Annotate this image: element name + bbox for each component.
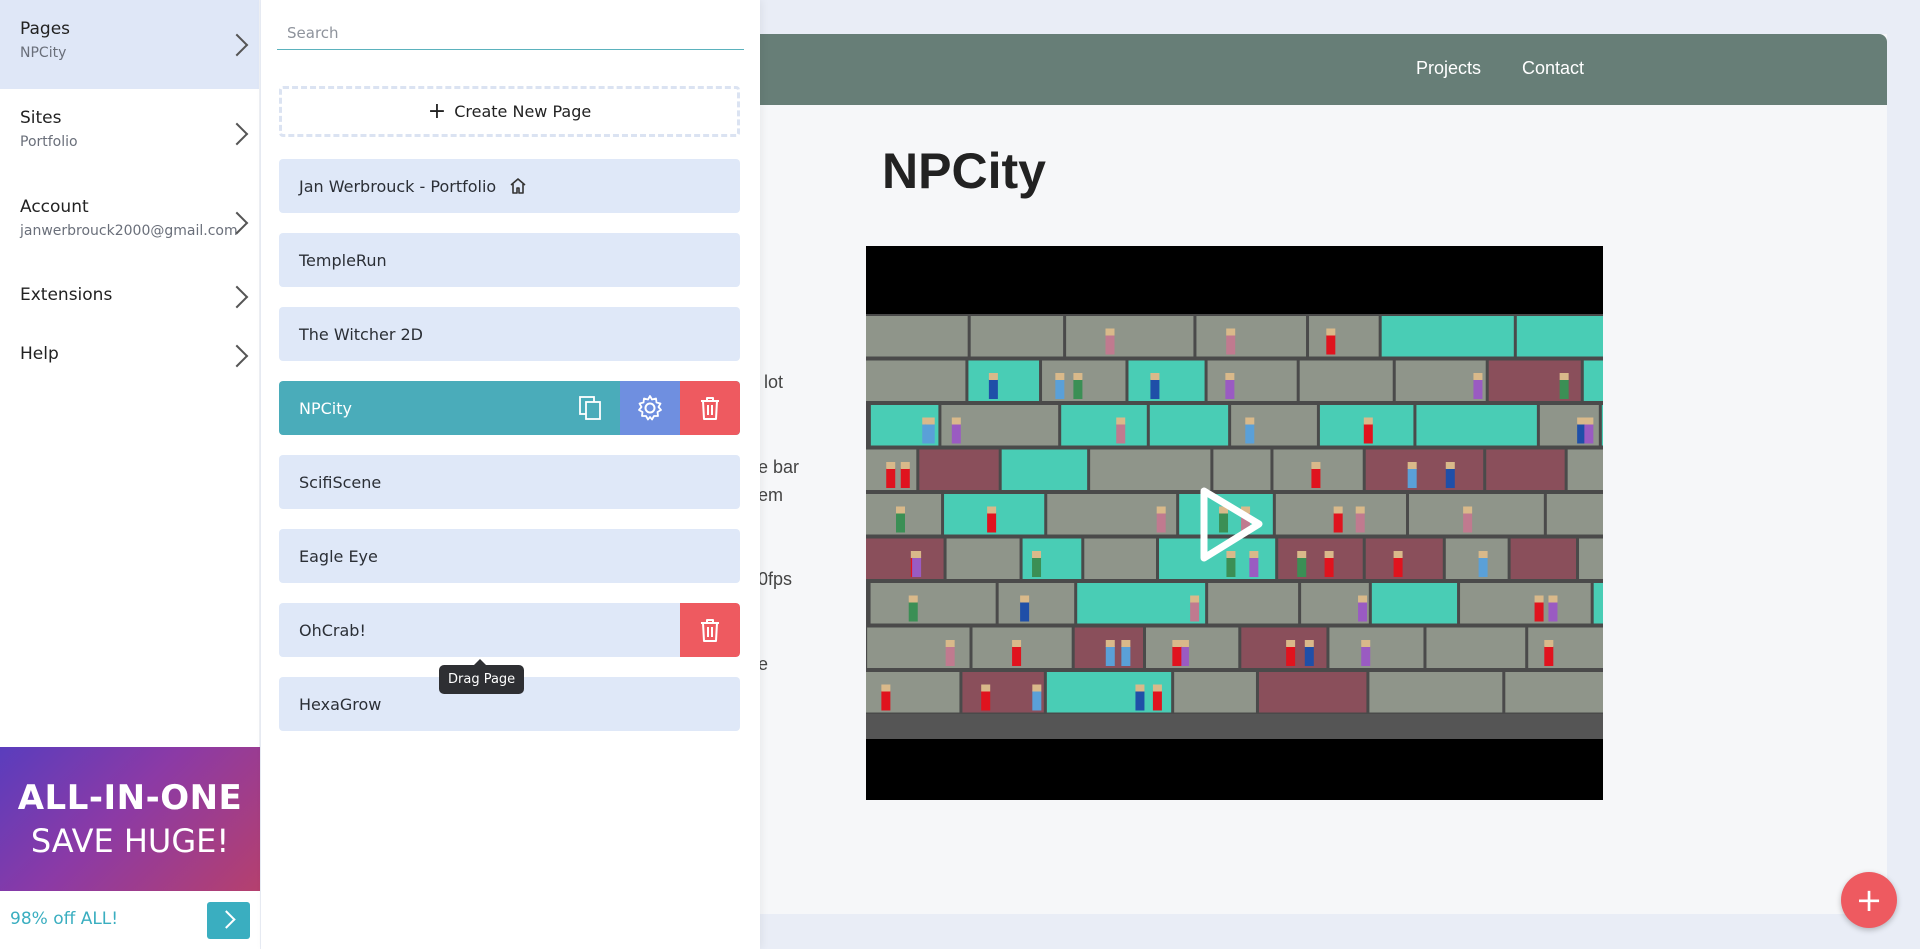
site-nav-contact[interactable]: Contact: [1522, 58, 1584, 79]
plus-icon: +: [1855, 881, 1883, 919]
page-row[interactable]: The Witcher 2D: [279, 307, 740, 361]
copy-icon: [579, 396, 601, 420]
page-row[interactable]: TempleRun: [279, 233, 740, 287]
site-preview: Projects Contact NPCity lot e bar em 0fp…: [758, 34, 1887, 914]
page-label: The Witcher 2D: [299, 324, 423, 344]
promo-banner[interactable]: ALL-IN-ONE SAVE HUGE!: [0, 747, 260, 891]
site-text-fragment: em: [758, 485, 784, 505]
page-row[interactable]: Eagle Eye: [279, 529, 740, 583]
site-bottom-strip: [760, 914, 1887, 949]
nav-item-help[interactable]: Help: [0, 326, 259, 385]
left-nav: Pages NPCity Sites Portfolio Account jan…: [0, 0, 260, 949]
site-text-fragment: e bar: [758, 457, 800, 477]
gear-icon: [638, 395, 662, 421]
trash-icon: [701, 397, 719, 420]
home-icon: [510, 178, 526, 194]
nav-pages-title: Pages: [20, 19, 71, 39]
page-label: Eagle Eye: [299, 546, 378, 566]
page-label: Jan Werbrouck - Portfolio: [299, 176, 497, 196]
drag-page-tooltip: Drag Page: [439, 659, 525, 694]
pages-panel: + Create New Page Jan Werbrouck - Portfo…: [261, 0, 760, 949]
row-actions: [560, 381, 740, 435]
delete-page-button[interactable]: [680, 603, 740, 657]
nav-sites-title: Sites: [20, 108, 62, 128]
page-label: TempleRun: [299, 250, 387, 270]
site-text-fragment: lot: [764, 372, 784, 392]
promo-line2: SAVE HUGE!: [30, 822, 230, 860]
site-nav-projects[interactable]: Projects: [1416, 58, 1481, 79]
nav-item-extensions[interactable]: Extensions: [0, 267, 259, 326]
nav-item-pages[interactable]: Pages NPCity: [0, 0, 259, 89]
nav-sites-sub: Portfolio: [20, 134, 78, 150]
page-label: NPCity: [299, 398, 352, 418]
video-thumbnail: [866, 314, 1603, 739]
nav-account-sub: janwerbrouck2000@gmail.com: [20, 223, 238, 239]
delete-page-button[interactable]: [680, 381, 740, 435]
nav-help-title: Help: [20, 344, 59, 364]
page-row[interactable]: Jan Werbrouck - Portfolio: [279, 159, 740, 213]
page-label: OhCrab!: [299, 620, 366, 640]
page-row-hover[interactable]: OhCrab!: [279, 603, 740, 657]
promo-bar-text: 98% off ALL!: [10, 909, 119, 929]
create-page-label: Create New Page: [454, 102, 592, 121]
page-row[interactable]: ScifiScene: [279, 455, 740, 509]
site-text-fragment: 0fps: [758, 569, 793, 589]
add-button[interactable]: +: [1841, 872, 1897, 928]
promo-line1: ALL-IN-ONE: [17, 778, 243, 818]
nav-pages-sub: NPCity: [20, 45, 67, 61]
create-page-button[interactable]: + Create New Page: [279, 86, 740, 137]
page-row-active[interactable]: NPCity: [279, 381, 740, 435]
page-label: ScifiScene: [299, 472, 382, 492]
page-settings-button[interactable]: [620, 381, 680, 435]
promo-bar: 98% off ALL!: [0, 891, 260, 949]
nav-account-title: Account: [20, 197, 89, 217]
nav-item-sites[interactable]: Sites Portfolio: [0, 89, 259, 178]
search-input[interactable]: [277, 16, 744, 50]
site-header: Projects Contact: [760, 34, 1887, 105]
site-title: NPCity: [882, 143, 1046, 199]
promo-arrow-button[interactable]: [207, 902, 250, 939]
row-actions: [680, 603, 740, 657]
trash-icon: [701, 619, 719, 642]
page-label: HexaGrow: [299, 694, 382, 714]
nav-item-account[interactable]: Account janwerbrouck2000@gmail.com: [0, 178, 259, 267]
plus-icon: +: [427, 98, 447, 124]
nav-extensions-title: Extensions: [20, 285, 113, 305]
duplicate-page-button[interactable]: [560, 381, 620, 435]
video-player[interactable]: [866, 246, 1603, 800]
